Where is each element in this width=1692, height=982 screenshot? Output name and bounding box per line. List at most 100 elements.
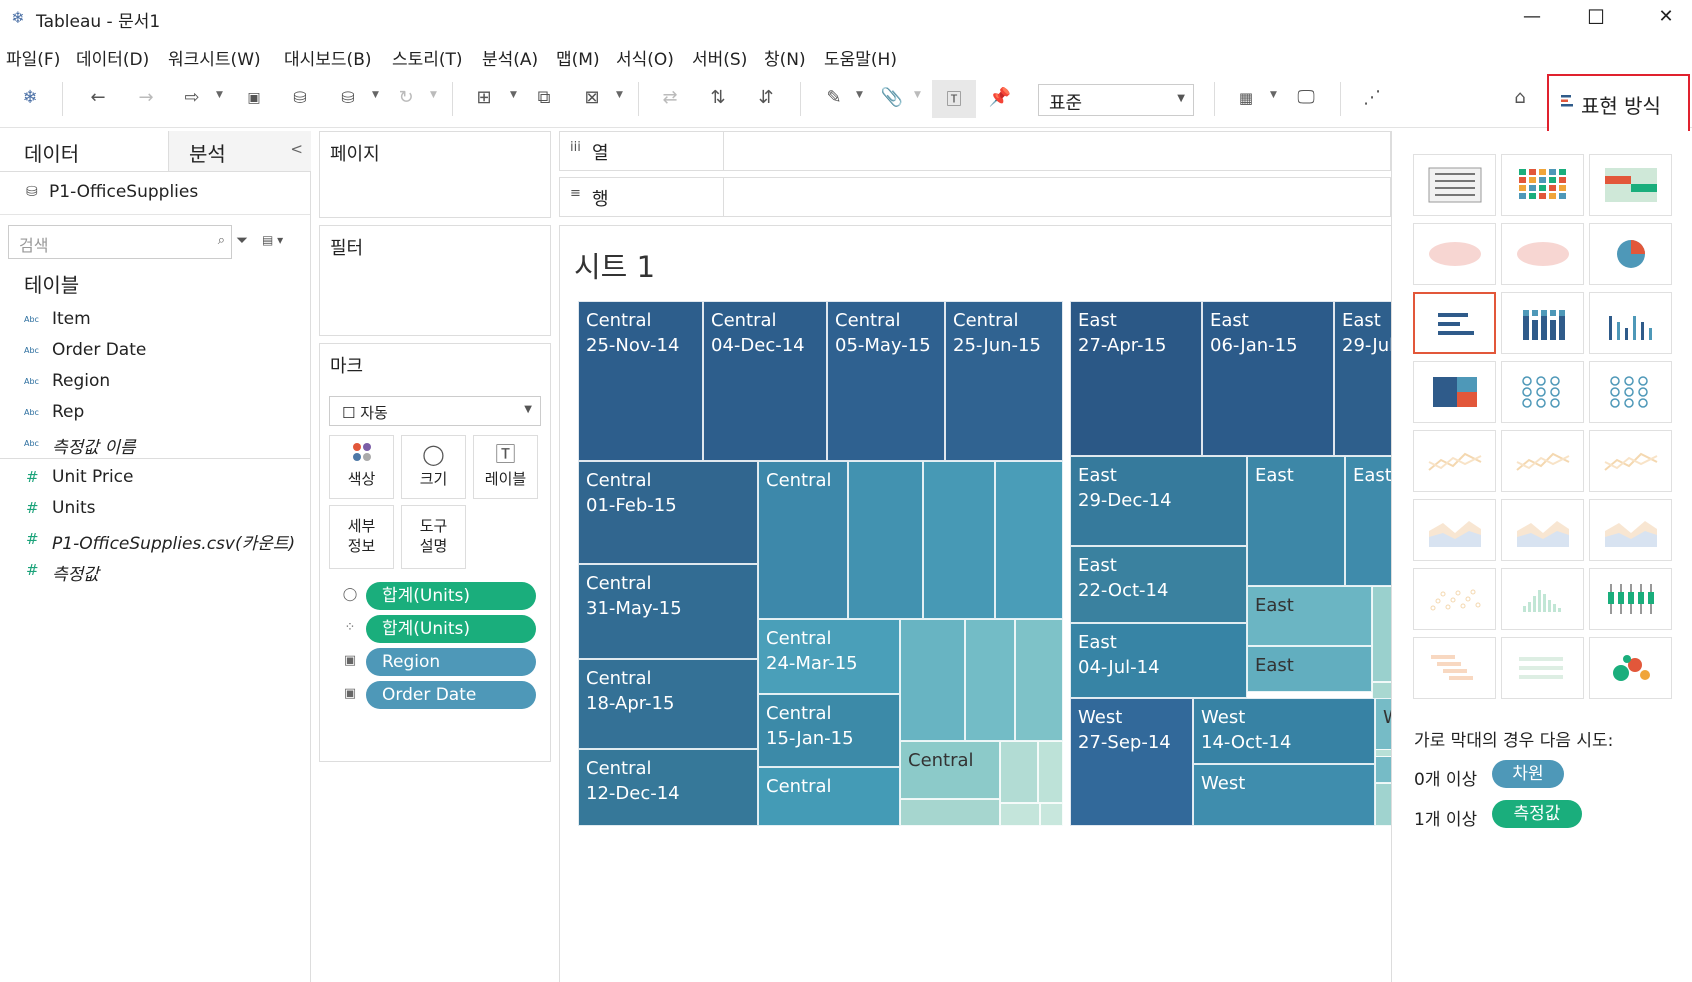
treemap-tile[interactable]: Central [758, 767, 900, 826]
treemap-tile[interactable]: East 29-Jul- [1334, 301, 1391, 456]
treemap-tile[interactable]: West 14-Oct-14 [1193, 698, 1375, 764]
treemap-tile[interactable] [1015, 619, 1063, 741]
tooltip-button[interactable]: 도구 설명 [401, 505, 466, 569]
field-item[interactable]: Abc Item [0, 306, 300, 336]
treemap-tile[interactable]: Central [900, 741, 1000, 799]
field-measure-values[interactable]: # 측정값 [0, 557, 300, 587]
view-options-icon[interactable]: ▤ ▾ [262, 233, 283, 247]
show-me-horizontal-bars-icon[interactable] [1413, 292, 1496, 354]
treemap-tile[interactable]: Central 31-May-15 [578, 564, 758, 659]
fit-select[interactable]: 표준 ▼ [1038, 84, 1194, 116]
show-me-side-by-side-bars-icon[interactable] [1589, 292, 1672, 354]
treemap-tile[interactable] [900, 799, 1000, 826]
field-unit-price[interactable]: # Unit Price [0, 464, 300, 494]
menu-window[interactable]: 창(N) [764, 45, 806, 70]
show-me-box-and-whisker-icon[interactable] [1589, 568, 1672, 630]
redo-icon[interactable]: → [132, 84, 160, 112]
mark-type-select[interactable]: ☐ 자동 ▼ [329, 396, 541, 426]
treemap-tile[interactable]: Central 01-Feb-15 [578, 461, 758, 564]
treemap-tile[interactable] [1038, 741, 1063, 803]
show-me-gantt-chart-icon[interactable] [1413, 637, 1496, 699]
swap-rows-columns-icon[interactable]: ⇄ [656, 84, 684, 112]
treemap-tile[interactable]: Central 25-Nov-14 [578, 301, 703, 461]
pill-label-order-date[interactable]: Order Date [366, 681, 536, 709]
columns-shelf[interactable]: iii 열 [559, 131, 1391, 171]
show-me-highlight-table-icon[interactable] [1589, 154, 1672, 216]
treemap-tile[interactable] [923, 461, 995, 619]
refresh-icon[interactable]: ↻ [392, 84, 420, 112]
show-me-treemap-icon[interactable] [1413, 361, 1496, 423]
show-me-circle-views-icon[interactable] [1501, 361, 1584, 423]
menu-map[interactable]: 맵(M) [556, 45, 600, 70]
treemap-tile[interactable] [1000, 741, 1038, 803]
show-me-button[interactable]: 표현 방식 [1547, 74, 1690, 134]
treemap-tile[interactable]: Central 04-Dec-14 [703, 301, 827, 461]
new-worksheet-icon[interactable]: ⊞ [470, 84, 498, 112]
treemap-tile[interactable] [900, 619, 965, 741]
format-painter-icon[interactable]: ⌂ [1506, 84, 1534, 112]
collapse-pane-icon[interactable]: < [290, 140, 303, 158]
field-region[interactable]: Abc Region [0, 368, 300, 398]
tableau-home-icon[interactable]: ❄ [16, 84, 44, 112]
menu-server[interactable]: 서버(S) [692, 45, 747, 70]
cards-icon[interactable]: ▦ [1232, 84, 1260, 112]
maximize-button[interactable]: ☐ [1566, 0, 1626, 36]
show-me-heat-map-icon[interactable] [1501, 154, 1584, 216]
show-me-stacked-bars-icon[interactable] [1501, 292, 1584, 354]
treemap-tile[interactable]: Central 18-Apr-15 [578, 659, 758, 749]
treemap-tile[interactable]: Central 12-Dec-14 [578, 749, 758, 826]
treemap-tile[interactable]: Central 05-May-15 [827, 301, 945, 461]
treemap-tile[interactable] [1372, 586, 1391, 682]
field-rep[interactable]: Abc Rep [0, 399, 300, 429]
pause-updates-icon[interactable]: ⛁ [334, 84, 362, 112]
pill-color-sum-units[interactable]: 합계(Units) [366, 615, 536, 643]
show-me-area-continuous-icon[interactable] [1413, 499, 1496, 561]
treemap-tile[interactable]: Central 24-Mar-15 [758, 619, 900, 694]
show-me-scatter-plot-icon[interactable] [1413, 568, 1496, 630]
pill-label-region[interactable]: Region [366, 648, 536, 676]
field-measure-names[interactable]: Abc 측정값 이름 [0, 430, 300, 460]
sort-ascending-icon[interactable]: ⇅ [704, 84, 732, 112]
show-me-pie-chart-icon[interactable] [1589, 223, 1672, 285]
treemap-tile[interactable]: East 27-Apr-15 [1070, 301, 1202, 456]
menu-file[interactable]: 파일(F) [6, 45, 60, 70]
pause-dropdown-icon[interactable]: ▼ [372, 90, 379, 100]
show-me-text-table-icon[interactable] [1413, 154, 1496, 216]
sheet-title[interactable]: 시트 1 [574, 244, 655, 286]
share-icon[interactable]: ⋰ [1358, 84, 1386, 112]
treemap-tile[interactable] [965, 619, 1015, 741]
field-order-date[interactable]: Abc Order Date [0, 337, 300, 367]
menu-worksheet[interactable]: 워크시트(W) [168, 45, 261, 70]
pill-size-sum-units[interactable]: 합계(Units) [366, 582, 536, 610]
show-me-dual-combination-icon[interactable] [1589, 499, 1672, 561]
treemap-tile[interactable]: East [1247, 646, 1372, 692]
treemap-tile[interactable] [1375, 749, 1391, 757]
color-button[interactable]: 색상 [329, 435, 394, 499]
show-me-side-by-side-circles-icon[interactable] [1589, 361, 1672, 423]
treemap-tile[interactable]: Central 15-Jan-15 [758, 694, 900, 767]
menu-analysis[interactable]: 분석(A) [482, 45, 538, 70]
treemap-tile[interactable]: East 29-Dec-14 [1070, 456, 1247, 546]
treemap-tile[interactable]: Central [758, 461, 848, 619]
treemap-tile[interactable]: West [1193, 764, 1375, 826]
treemap-tile[interactable] [1000, 803, 1040, 826]
duplicate-sheet-icon[interactable]: ⧉ [530, 84, 558, 112]
filter-icon[interactable]: ⏷ [236, 231, 248, 249]
treemap-tile[interactable]: East 04-Jul-14 [1070, 623, 1247, 698]
clear-sheet-icon[interactable]: ⊠ [578, 84, 606, 112]
show-me-bullet-graph-icon[interactable] [1501, 637, 1584, 699]
menu-help[interactable]: 도움말(H) [824, 45, 897, 70]
show-me-lines-discrete-icon[interactable] [1501, 430, 1584, 492]
treemap-tile[interactable]: East [1345, 456, 1391, 586]
treemap-tile[interactable]: East 06-Jan-15 [1202, 301, 1334, 456]
treemap-tile[interactable]: East [1247, 456, 1345, 586]
label-button[interactable]: 🅃 레이블 [473, 435, 538, 499]
minimize-button[interactable]: — [1502, 0, 1562, 36]
show-me-histogram-icon[interactable] [1501, 568, 1584, 630]
menu-dashboard[interactable]: 대시보드(B) [284, 45, 372, 70]
highlight-dropdown-icon[interactable]: ▼ [856, 90, 863, 100]
treemap-tile[interactable]: East [1247, 586, 1372, 646]
presentation-mode-icon[interactable]: 🖵 [1292, 84, 1320, 112]
group-dropdown-icon[interactable]: ▼ [914, 90, 921, 100]
detail-button[interactable]: 세부 정보 [329, 505, 394, 569]
